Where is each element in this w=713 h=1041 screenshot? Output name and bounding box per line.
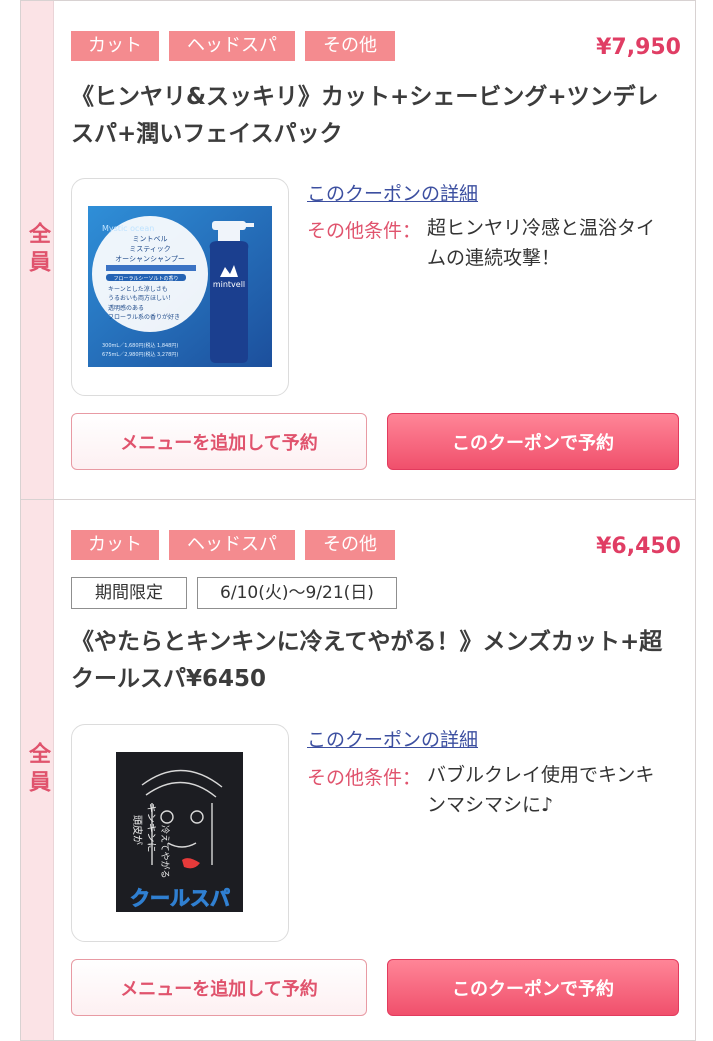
coupon-detail-link[interactable]: このクーポンの詳細 [307, 725, 478, 752]
add-menu-reserve-button[interactable]: メニューを追加して予約 [71, 413, 367, 470]
add-menu-reserve-button[interactable]: メニューを追加して予約 [71, 959, 367, 1016]
svg-text:冷えてやがる: 冷えてやがる [159, 825, 171, 879]
coupon-card: 全員 カット ヘッドスパ その他 ¥7,950 《ヒンヤリ&スッキリ》カット+シ… [20, 0, 696, 500]
svg-text:頭皮が: 頭皮が [131, 815, 144, 845]
tag-cut: カット [71, 530, 159, 560]
condition-label: その他条件： [307, 767, 422, 789]
svg-text:クールスパ: クールスパ [130, 886, 230, 910]
tag-other: その他 [305, 530, 395, 560]
svg-text:ミントベル: ミントベル [133, 235, 168, 243]
tag-headspa: ヘッドスパ [169, 530, 295, 560]
coupon-image[interactable]: Mystic ocean ミントベル ミスティック オーシャンシャンプー フロー… [71, 178, 289, 396]
svg-text:うるおいも両方ほしい！: うるおいも両方ほしい！ [108, 294, 174, 302]
tag-headspa: ヘッドスパ [169, 31, 295, 61]
condition-text: バブルクレイ使用でキンキンマシマシに♪ [427, 764, 655, 816]
tag-cut: カット [71, 31, 159, 61]
svg-text:キーンとした涼しさも: キーンとした涼しさも [108, 285, 168, 293]
cool-spa-chalkboard-image: 頭皮が キンキンに 冷えてやがる クールスパ [116, 752, 243, 912]
tag-other: その他 [305, 31, 395, 61]
period-dates: 6/10(火)〜9/21(日) [197, 577, 397, 609]
svg-text:Mystic ocean: Mystic ocean [102, 224, 154, 233]
svg-text:フローラル系の香りが好き: フローラル系の香りが好き [108, 313, 180, 321]
coupon-title: 《やたらとキンキンに冷えてやがる！》メンズカット+超クールスパ¥6450 [71, 629, 663, 692]
coupon-card: 全員 カット ヘッドスパ その他 ¥6,450 期間限定 6/10(火)〜9/2… [20, 499, 696, 1041]
svg-text:透明感のある: 透明感のある [108, 304, 144, 312]
target-label: 全員 [21, 1, 54, 499]
period-info: 期間限定 6/10(火)〜9/21(日) [71, 577, 397, 609]
reserve-coupon-button[interactable]: このクーポンで予約 [387, 413, 679, 470]
coupon-detail-link[interactable]: このクーポンの詳細 [307, 179, 478, 206]
svg-text:300mL／1,680円(税込 1,848円): 300mL／1,680円(税込 1,848円) [102, 342, 178, 349]
condition-label: その他条件： [307, 220, 422, 242]
reserve-coupon-button[interactable]: このクーポンで予約 [387, 959, 679, 1016]
coupon-image[interactable]: 頭皮が キンキンに 冷えてやがる クールスパ [71, 724, 289, 942]
svg-text:オーシャンシャンプー: オーシャンシャンプー [115, 255, 185, 263]
svg-text:675mL／2,980円(税込 3,278円): 675mL／2,980円(税込 3,278円) [102, 351, 178, 358]
shampoo-ad-image: Mystic ocean ミントベル ミスティック オーシャンシャンプー フロー… [88, 206, 272, 367]
category-tags: カット ヘッドスパ その他 [71, 530, 395, 560]
period-label: 期間限定 [71, 577, 187, 609]
condition-text: 超ヒンヤリ冷感と温浴タイムの連続攻撃！ [427, 217, 656, 269]
coupon-price: ¥6,450 [596, 534, 681, 559]
svg-text:キンキンに: キンキンに [145, 803, 157, 852]
svg-text:フローラルシーソルトの香り: フローラルシーソルトの香り [113, 275, 178, 282]
svg-text:mintvell: mintvell [213, 280, 245, 289]
coupon-price: ¥7,950 [596, 35, 681, 60]
svg-text:ミスティック: ミスティック [129, 245, 171, 253]
coupon-title: 《ヒンヤリ&スッキリ》カット+シェービング+ツンデレスパ+潤いフェイスパック [71, 84, 659, 147]
category-tags: カット ヘッドスパ その他 [71, 31, 395, 61]
target-label: 全員 [21, 500, 54, 1040]
